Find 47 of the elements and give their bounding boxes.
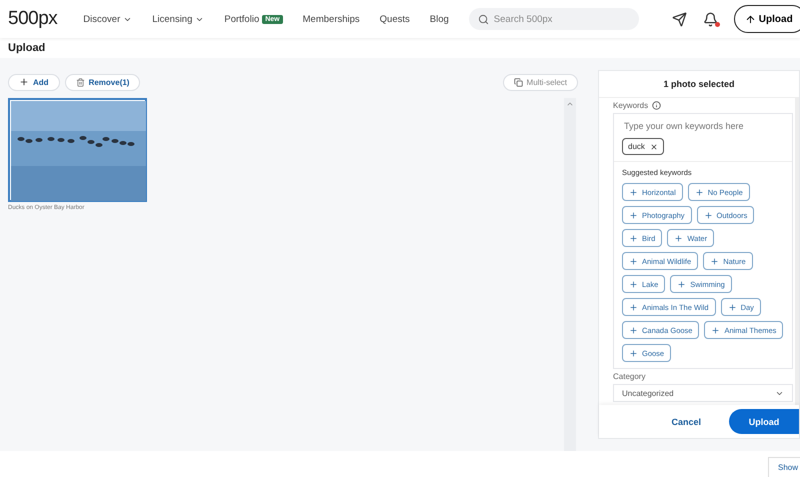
plus-icon bbox=[19, 77, 29, 87]
plus-icon bbox=[629, 256, 638, 266]
remove-button[interactable]: Remove(1) bbox=[64, 74, 140, 90]
plus-icon bbox=[629, 348, 638, 358]
plus-icon bbox=[710, 256, 720, 266]
nav-link[interactable]: Quests bbox=[380, 14, 410, 24]
info-icon[interactable] bbox=[652, 101, 662, 110]
plus-icon bbox=[674, 234, 684, 242]
trash-icon bbox=[76, 78, 85, 86]
bell-icon[interactable] bbox=[702, 12, 718, 26]
plus-icon bbox=[629, 280, 638, 288]
nav-link[interactable]: Licensing bbox=[152, 14, 204, 24]
page-title: Upload bbox=[8, 42, 46, 54]
show-button[interactable]: Show bbox=[768, 457, 800, 477]
close-icon[interactable] bbox=[650, 142, 658, 150]
search-field[interactable]: Search 500px bbox=[468, 8, 639, 30]
plus-icon bbox=[711, 326, 720, 334]
plus-icon bbox=[629, 302, 638, 312]
upload-button[interactable]: Upload bbox=[729, 409, 799, 434]
arrow-up-icon bbox=[744, 14, 756, 24]
logo[interactable]: 500px bbox=[8, 8, 58, 30]
copy-icon bbox=[514, 78, 523, 86]
nav-link[interactable]: Discover bbox=[83, 14, 132, 24]
plus-icon bbox=[629, 234, 638, 242]
plus-icon bbox=[629, 188, 638, 196]
panel-title: 1 photo selected bbox=[599, 71, 799, 98]
search-icon bbox=[478, 14, 489, 24]
plus-icon bbox=[677, 280, 686, 288]
multi-select-button[interactable]: Multi-select bbox=[502, 74, 578, 90]
keywords-label: Keywords bbox=[613, 101, 648, 110]
scrollbar[interactable] bbox=[564, 98, 576, 451]
add-button[interactable]: Add bbox=[8, 74, 60, 90]
plus-icon bbox=[704, 210, 713, 220]
nav-link[interactable]: Memberships bbox=[302, 14, 360, 24]
chevron-up-icon[interactable] bbox=[566, 100, 574, 108]
plus-icon bbox=[728, 302, 737, 312]
upload-button[interactable]: Upload bbox=[734, 5, 800, 33]
plus-icon bbox=[694, 188, 704, 196]
category-label: Category bbox=[613, 372, 646, 381]
plus-icon bbox=[629, 326, 638, 334]
category-value: Uncategorized bbox=[622, 388, 674, 398]
category-select[interactable]: Uncategorized bbox=[613, 384, 793, 402]
nav-link[interactable]: Blog bbox=[430, 14, 449, 24]
keyword-tag[interactable]: duck bbox=[622, 138, 664, 155]
send-icon[interactable] bbox=[672, 12, 687, 26]
plus-icon bbox=[629, 210, 638, 220]
cancel-button[interactable]: Cancel bbox=[665, 416, 707, 428]
